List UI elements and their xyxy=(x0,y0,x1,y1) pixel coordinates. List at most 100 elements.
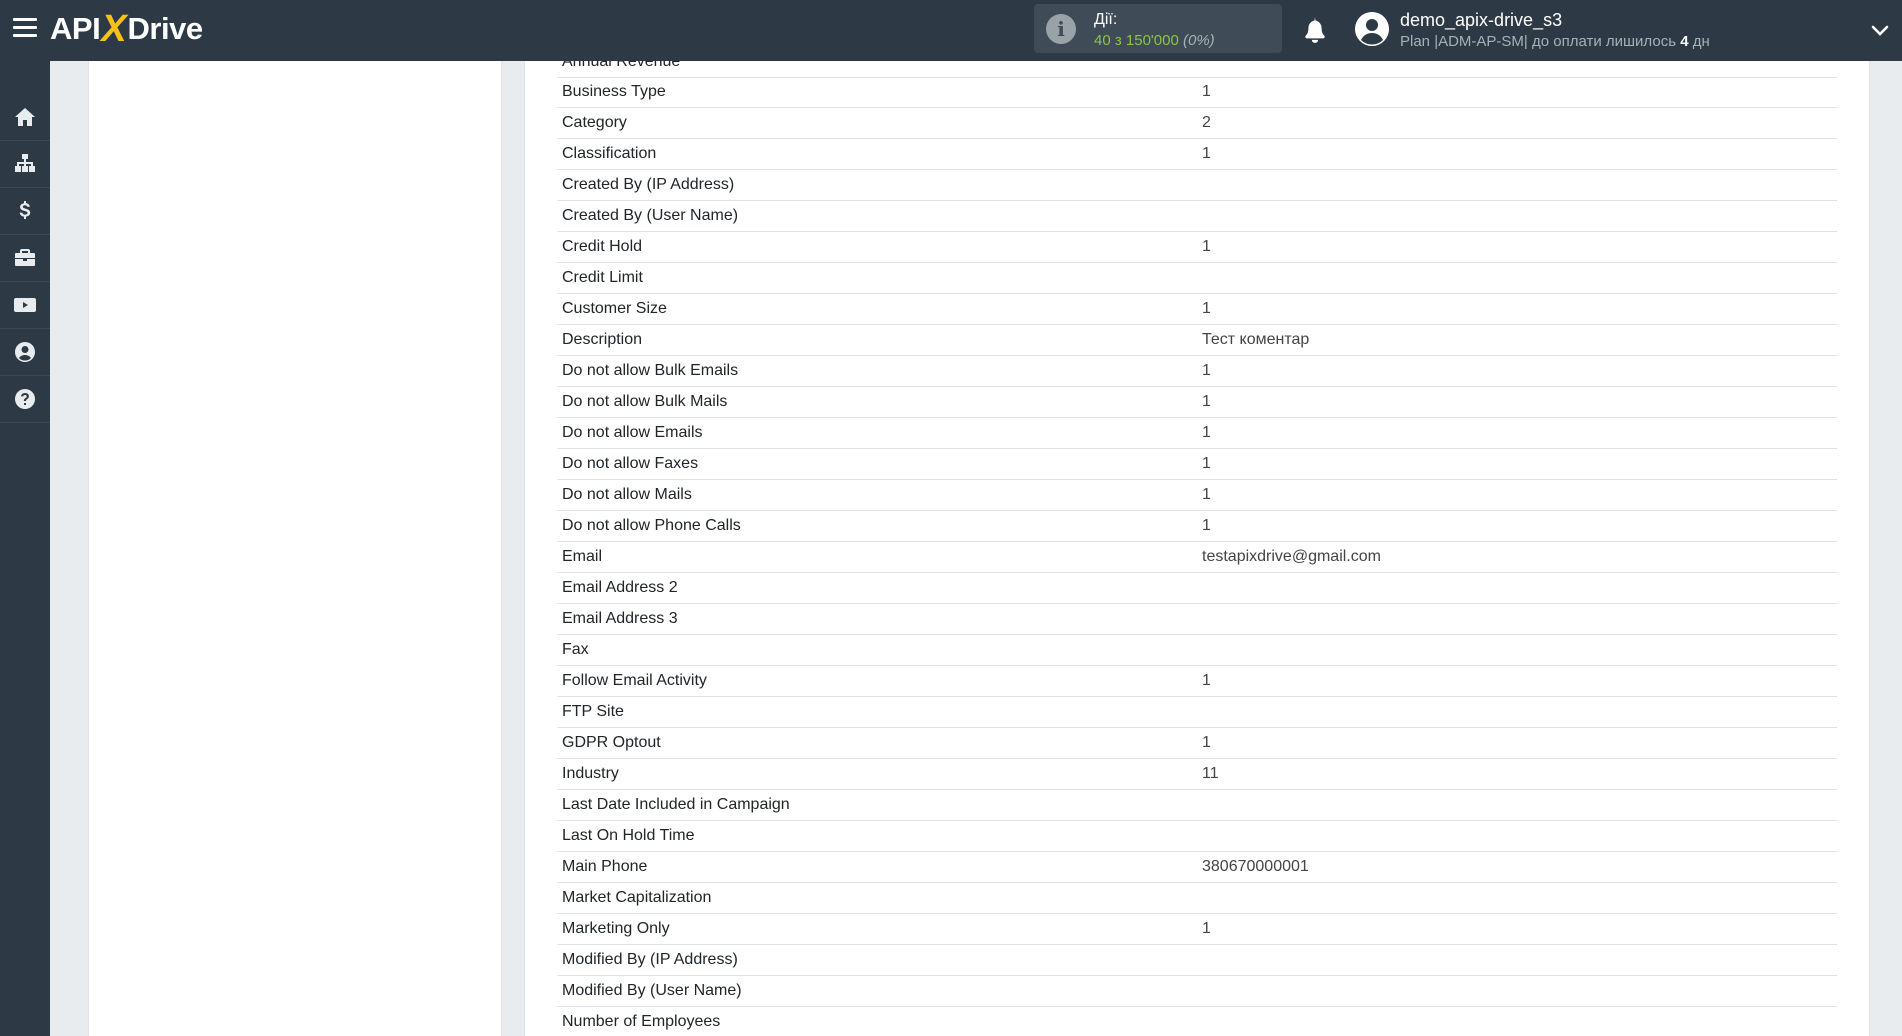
field-label: Do not allow Phone Calls xyxy=(562,517,741,534)
user-name[interactable]: demo_apix-drive_s3 xyxy=(1400,10,1562,31)
field-value: 380670000001 xyxy=(1202,858,1309,875)
left-panel xyxy=(88,61,502,1036)
actions-percent: (0%) xyxy=(1183,32,1215,49)
table-row: Do not allow Phone Calls 1 xyxy=(557,511,1837,542)
table-row-partial: Annual Revenue xyxy=(557,61,1837,78)
field-label: Email xyxy=(562,548,603,565)
field-label: Modified By (IP Address) xyxy=(562,951,738,968)
field-label: Market Capitalization xyxy=(562,889,712,906)
sidebar-item-home[interactable] xyxy=(0,94,50,141)
sidebar-item-billing[interactable] xyxy=(0,188,50,235)
sidebar-item-connections[interactable] xyxy=(0,141,50,188)
field-label: Email Address 2 xyxy=(562,579,678,596)
table-row: Last Date Included in Campaign xyxy=(557,790,1837,821)
table-row: Marketing Only 1 xyxy=(557,914,1837,945)
bell-icon[interactable] xyxy=(1302,16,1328,44)
plan-text: Plan |ADM-AP-SM| до оплати лишилось xyxy=(1400,33,1681,50)
field-label: Description xyxy=(562,331,643,348)
field-value: 1 xyxy=(1202,455,1211,472)
field-label: Do not allow Mails xyxy=(562,486,692,503)
field-label: Created By (IP Address) xyxy=(562,176,735,193)
table-row: Email testapixdrive@gmail.com xyxy=(557,542,1837,573)
table-row: Customer Size 1 xyxy=(557,294,1837,325)
field-value: 11 xyxy=(1202,765,1219,782)
logo-api: API xyxy=(50,11,101,46)
sitemap-icon xyxy=(15,154,35,172)
briefcase-icon xyxy=(15,249,35,266)
table-row: Credit Limit xyxy=(557,263,1837,294)
field-value: 1 xyxy=(1202,145,1211,162)
sidebar-item-services[interactable] xyxy=(0,235,50,282)
actions-counter: i Дії: 40 з 150'000 (0%) xyxy=(1034,4,1282,53)
field-label: Credit Hold xyxy=(562,238,643,255)
field-value: 1 xyxy=(1202,424,1211,441)
info-icon: i xyxy=(1046,14,1076,44)
field-label: Do not allow Faxes xyxy=(562,455,699,472)
field-value: 1 xyxy=(1202,734,1211,751)
field-label: Credit Limit xyxy=(562,269,643,286)
field-label: Classification xyxy=(562,145,657,162)
user-avatar-icon[interactable] xyxy=(1355,12,1389,46)
logo-drive: Drive xyxy=(127,11,204,46)
table-row: GDPR Optout 1 xyxy=(557,728,1837,759)
table-row: Do not allow Bulk Mails 1 xyxy=(557,387,1837,418)
table-row: Created By (IP Address) xyxy=(557,170,1837,201)
table-row: Do not allow Emails 1 xyxy=(557,418,1837,449)
field-label: Business Type xyxy=(562,83,666,100)
chevron-down-icon[interactable] xyxy=(1870,20,1890,40)
table-row: Business Type 1 xyxy=(557,77,1837,108)
field-label: Category xyxy=(562,114,627,131)
field-label: Annual Revenue xyxy=(562,61,681,70)
actions-count: 40 з 150'000 (0%) xyxy=(1094,32,1215,49)
field-label: Do not allow Emails xyxy=(562,424,703,441)
field-value: 1 xyxy=(1202,517,1211,534)
table-row: Category 2 xyxy=(557,108,1837,139)
field-label: Email Address 3 xyxy=(562,610,678,627)
table-row: Do not allow Mails 1 xyxy=(557,480,1837,511)
table-row: Market Capitalization xyxy=(557,883,1837,914)
table-row: Last On Hold Time xyxy=(557,821,1837,852)
help-icon xyxy=(15,389,35,409)
field-label: Follow Email Activity xyxy=(562,672,707,689)
table-row: Number of Employees xyxy=(557,1007,1837,1036)
field-value: 1 xyxy=(1202,300,1211,317)
field-value: 1 xyxy=(1202,920,1211,937)
plan-days-unit: дн xyxy=(1688,33,1710,50)
top-bar: API X Drive i Дії: 40 з 150'000 (0%) demo_… xyxy=(0,0,1902,61)
field-value: 1 xyxy=(1202,486,1211,503)
field-value: 1 xyxy=(1202,393,1211,410)
logo[interactable]: API X Drive xyxy=(50,7,204,50)
field-label: Created By (User Name) xyxy=(562,207,739,224)
table-row: Credit Hold 1 xyxy=(557,232,1837,263)
field-label: Customer Size xyxy=(562,300,667,317)
actions-label: Дії: xyxy=(1094,11,1118,28)
field-label: GDPR Optout xyxy=(562,734,661,751)
field-label: Fax xyxy=(562,641,589,658)
field-label: Number of Employees xyxy=(562,1013,721,1030)
field-value: testapixdrive@gmail.com xyxy=(1202,548,1381,565)
field-value: 1 xyxy=(1202,362,1211,379)
table-row: Industry 11 xyxy=(557,759,1837,790)
sidebar-item-help[interactable] xyxy=(0,376,50,423)
dollar-icon xyxy=(19,201,31,219)
plan-days: 4 xyxy=(1680,33,1689,50)
table-row: Fax xyxy=(557,635,1837,666)
field-label: Last Date Included in Campaign xyxy=(562,796,790,813)
table-row: Email Address 2 xyxy=(557,573,1837,604)
table-row: Modified By (User Name) xyxy=(557,976,1837,1007)
sidebar-item-videos[interactable] xyxy=(0,282,50,329)
table-row: Do not allow Bulk Emails 1 xyxy=(557,356,1837,387)
logo-x: X xyxy=(101,7,127,50)
menu-icon[interactable] xyxy=(13,18,37,42)
field-value: 1 xyxy=(1202,238,1211,255)
field-label: Last On Hold Time xyxy=(562,827,695,844)
field-value: 1 xyxy=(1202,83,1211,100)
table-row: Do not allow Faxes 1 xyxy=(557,449,1837,480)
table-row: Created By (User Name) xyxy=(557,201,1837,232)
field-label: FTP Site xyxy=(562,703,624,720)
user-plan: Plan |ADM-AP-SM| до оплати лишилось 4 дн xyxy=(1400,33,1710,50)
field-label: Do not allow Bulk Mails xyxy=(562,393,728,410)
table-row: Email Address 3 xyxy=(557,604,1837,635)
sidebar-item-account[interactable] xyxy=(0,329,50,376)
fields-panel: Annual Revenue Business Type 1 Category 2 Cl… xyxy=(524,61,1870,1036)
